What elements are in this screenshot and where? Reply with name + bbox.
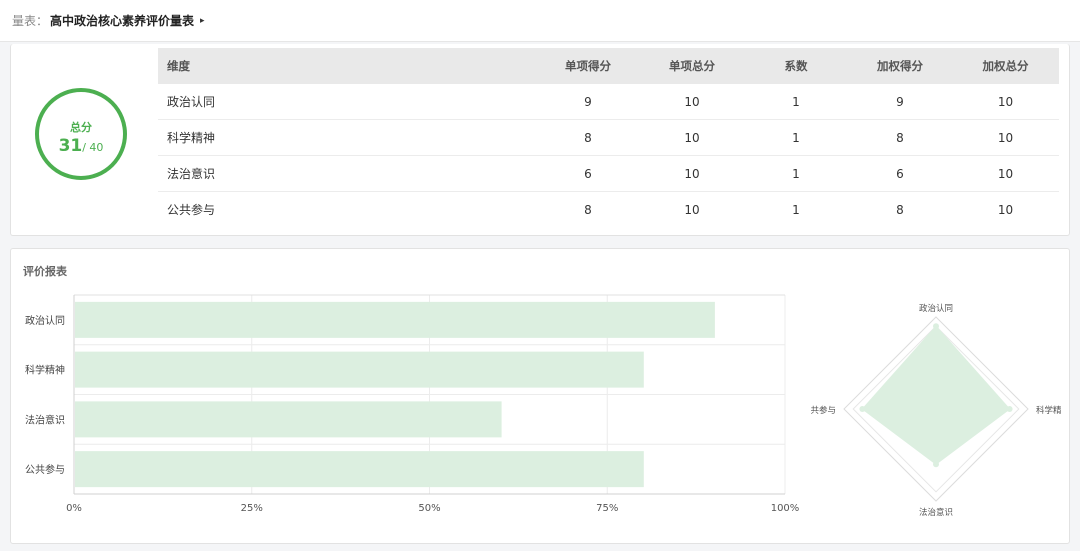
table-row: 政治认同 9 10 1 9 10 bbox=[158, 84, 1059, 120]
bar bbox=[75, 301, 715, 338]
radar-chart: 政治认同科学精神法治意识 公共参与 bbox=[811, 303, 1061, 518]
y-category-label: 科学精神 bbox=[25, 364, 65, 377]
report-card: 评价报表 0% 25% 50% 75% 100% 政治认同 科学精神 法治意识 公共参与 政治认… bbox=[10, 248, 1070, 544]
table-cell: 公共参与 bbox=[167, 203, 216, 217]
table-cell: 6 bbox=[848, 155, 952, 192]
table-row: 科学精神 8 10 1 8 10 bbox=[158, 119, 1059, 156]
col-header-dimension: 维度 bbox=[158, 48, 536, 84]
total-score-label: 总分 bbox=[70, 121, 92, 134]
table-cell: 10 bbox=[952, 155, 1059, 192]
col-header-item-total: 单项总分 bbox=[640, 48, 744, 84]
table-cell: 9 bbox=[848, 84, 952, 120]
total-score-value: 31/ 40 bbox=[39, 136, 123, 156]
total-score-ring: 总分 31/ 40 bbox=[35, 88, 127, 180]
x-tick-label: 100% bbox=[771, 503, 800, 514]
bar bbox=[75, 351, 644, 388]
table-cell: 10 bbox=[640, 119, 744, 156]
table-cell: 1 bbox=[744, 84, 848, 120]
total-score-max: / 40 bbox=[82, 141, 104, 154]
x-tick-label: 75% bbox=[596, 503, 618, 514]
scale-label: 量表： bbox=[12, 14, 49, 28]
radar-point bbox=[933, 461, 939, 468]
table-cell: 8 bbox=[848, 119, 952, 156]
col-header-item-score: 单项得分 bbox=[536, 48, 640, 84]
x-tick-label: 25% bbox=[241, 503, 263, 514]
score-table: 维度 单项得分 单项总分 系数 加权得分 加权总分 政治认同 9 10 1 9 … bbox=[158, 48, 1059, 227]
col-header-coefficient: 系数 bbox=[744, 48, 848, 84]
radar-point bbox=[933, 323, 939, 330]
table-cell: 8 bbox=[584, 202, 592, 217]
table-row: 法治意识 6 10 1 6 10 bbox=[158, 155, 1059, 192]
y-category-label: 政治认同 bbox=[25, 314, 65, 327]
radar-point bbox=[1006, 406, 1013, 412]
bar-chart: 0% 25% 50% 75% 100% 政治认同科学精神法治意识公共参与 bbox=[25, 294, 800, 514]
y-category-label: 公共参与 bbox=[25, 463, 65, 476]
col-header-weighted-total: 加权总分 bbox=[952, 48, 1059, 84]
caret-right-icon[interactable]: ▸ bbox=[200, 16, 205, 26]
top-bar: 量表： 高中政治核心素养评价量表 ▸ bbox=[0, 0, 1080, 42]
radar-point bbox=[859, 406, 866, 412]
x-tick-label: 0% bbox=[66, 503, 82, 514]
total-score-number: 31 bbox=[58, 136, 83, 156]
table-cell: 10 bbox=[952, 84, 1059, 120]
radar-area bbox=[861, 325, 1011, 465]
scale-title[interactable]: 高中政治核心素养评价量表 bbox=[50, 12, 194, 29]
table-cell: 10 bbox=[997, 202, 1014, 217]
table-header-row: 维度 单项得分 单项总分 系数 加权得分 加权总分 bbox=[158, 48, 1059, 84]
x-tick-label: 50% bbox=[418, 503, 440, 514]
table-row: 公共参与 8 10 1 8 10 bbox=[158, 192, 1059, 228]
radar-axis-label: 法治意识 bbox=[919, 507, 953, 518]
bar bbox=[75, 401, 502, 438]
table-cell: 1 bbox=[744, 119, 848, 156]
table-cell: 9 bbox=[536, 84, 640, 120]
table-cell: 8 bbox=[536, 119, 640, 156]
table-cell: 政治认同 bbox=[158, 84, 536, 120]
table-cell: 1 bbox=[792, 202, 800, 217]
table-cell: 10 bbox=[952, 119, 1059, 156]
table-cell: 6 bbox=[536, 155, 640, 192]
table-cell: 10 bbox=[684, 202, 700, 217]
table-cell: 科学精神 bbox=[158, 119, 536, 156]
table-cell: 法治意识 bbox=[158, 155, 536, 192]
radar-axis-label: 公共参与 bbox=[811, 405, 836, 416]
table-cell: 10 bbox=[640, 155, 744, 192]
col-header-weighted-score: 加权得分 bbox=[848, 48, 952, 84]
radar-axis-label: 政治认同 bbox=[919, 303, 953, 314]
table-cell: 1 bbox=[744, 155, 848, 192]
table-cell: 10 bbox=[640, 84, 744, 120]
y-category-label: 法治意识 bbox=[25, 413, 65, 426]
score-card: 总分 31/ 40 维度 单项得分 单项总分 系数 加权得分 加权总分 政治认同… bbox=[10, 44, 1070, 236]
radar-axis-label: 科学精神 bbox=[1036, 405, 1061, 416]
table-cell: 8 bbox=[896, 202, 904, 217]
bar bbox=[75, 451, 644, 488]
